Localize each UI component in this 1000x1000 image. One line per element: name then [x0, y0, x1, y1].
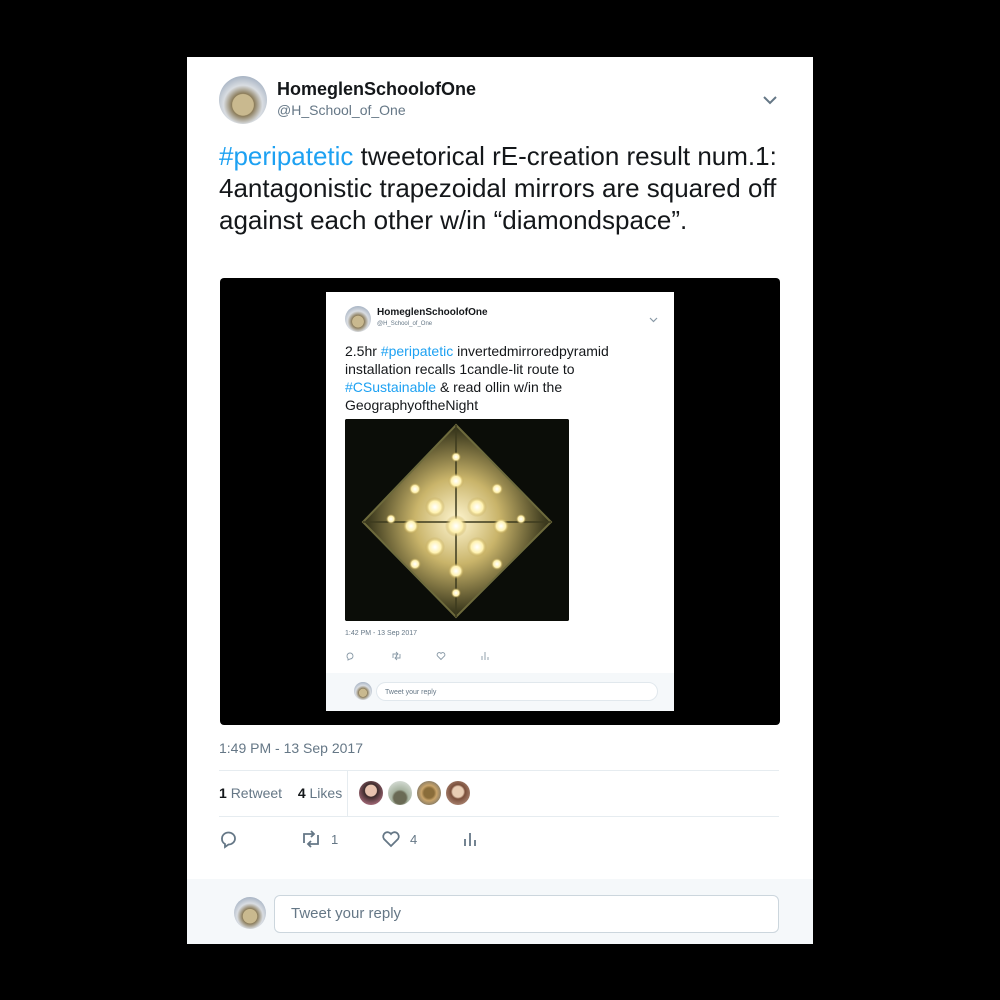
chevron-down-icon	[649, 317, 658, 323]
hashtag-link[interactable]: #peripatetic	[219, 141, 353, 171]
liker-avatar[interactable]	[446, 781, 470, 805]
retweet-stat[interactable]: 1 Retweet	[219, 785, 282, 801]
reply-bar: Tweet your reply	[187, 879, 813, 944]
analytics-button[interactable]	[462, 829, 478, 849]
embedded-reply-bar: Tweet your reply	[326, 673, 674, 711]
tweet-card: HomeglenSchoolofOne @H_School_of_One #pe…	[187, 57, 813, 944]
liker-avatar[interactable]	[417, 781, 441, 805]
divider	[219, 770, 779, 771]
embedded-actions	[345, 648, 505, 661]
retweet-count: 1	[331, 831, 339, 847]
reply-icon	[345, 648, 355, 666]
embedded-hashtag: #CSustainable	[345, 379, 437, 395]
author-handle[interactable]: @H_School_of_One	[277, 102, 406, 118]
embedded-timestamp: 1:42 PM - 13 Sep 2017	[345, 630, 417, 637]
embedded-tweet-screenshot: HomeglenSchoolofOne @H_School_of_One 2.5…	[326, 292, 674, 711]
embedded-author-name: HomeglenSchoolofOne	[377, 307, 488, 318]
candle-mirror-photo	[345, 419, 569, 621]
embedded-avatar	[345, 306, 371, 332]
retweet-button[interactable]: 1	[300, 829, 338, 849]
embedded-text-part: 2.5hr	[345, 343, 381, 359]
reply-icon	[221, 831, 236, 849]
embedded-reply-input: Tweet your reply	[376, 682, 658, 701]
liker-avatar[interactable]	[359, 781, 383, 805]
retweet-icon	[391, 648, 402, 666]
retweet-icon	[303, 830, 319, 848]
heart-icon	[382, 831, 400, 848]
likes-stat[interactable]: 4 Likes	[298, 785, 342, 801]
stats-divider	[347, 770, 348, 816]
tweet-media[interactable]: HomeglenSchoolofOne @H_School_of_One 2.5…	[220, 278, 780, 725]
embedded-reply-avatar	[354, 682, 372, 700]
tweet-text: #peripatetic tweetorical rE-creation res…	[219, 140, 779, 236]
analytics-icon	[481, 648, 489, 666]
embedded-author-handle: @H_School_of_One	[377, 321, 433, 327]
heart-icon	[436, 648, 446, 666]
embedded-hashtag: #peripatetic	[380, 343, 454, 359]
chevron-down-icon[interactable]	[761, 93, 779, 107]
author-avatar[interactable]	[219, 76, 267, 124]
viewer-avatar	[234, 897, 266, 929]
reply-input[interactable]: Tweet your reply	[274, 895, 779, 933]
engagement-stats: 1 Retweet 4 Likes	[219, 785, 342, 801]
tweet-actions: 1 4	[219, 829, 519, 853]
like-count: 4	[410, 831, 418, 847]
liker-avatar[interactable]	[388, 781, 412, 805]
like-button[interactable]: 4	[381, 829, 417, 849]
author-name[interactable]: HomeglenSchoolofOne	[277, 79, 476, 100]
analytics-icon	[464, 833, 476, 846]
embedded-tweet-text: 2.5hr #peripatetic invertedmirroredpyram…	[345, 342, 663, 414]
tweet-timestamp[interactable]: 1:49 PM - 13 Sep 2017	[219, 740, 363, 756]
reply-button[interactable]	[219, 829, 239, 849]
divider	[219, 816, 779, 817]
